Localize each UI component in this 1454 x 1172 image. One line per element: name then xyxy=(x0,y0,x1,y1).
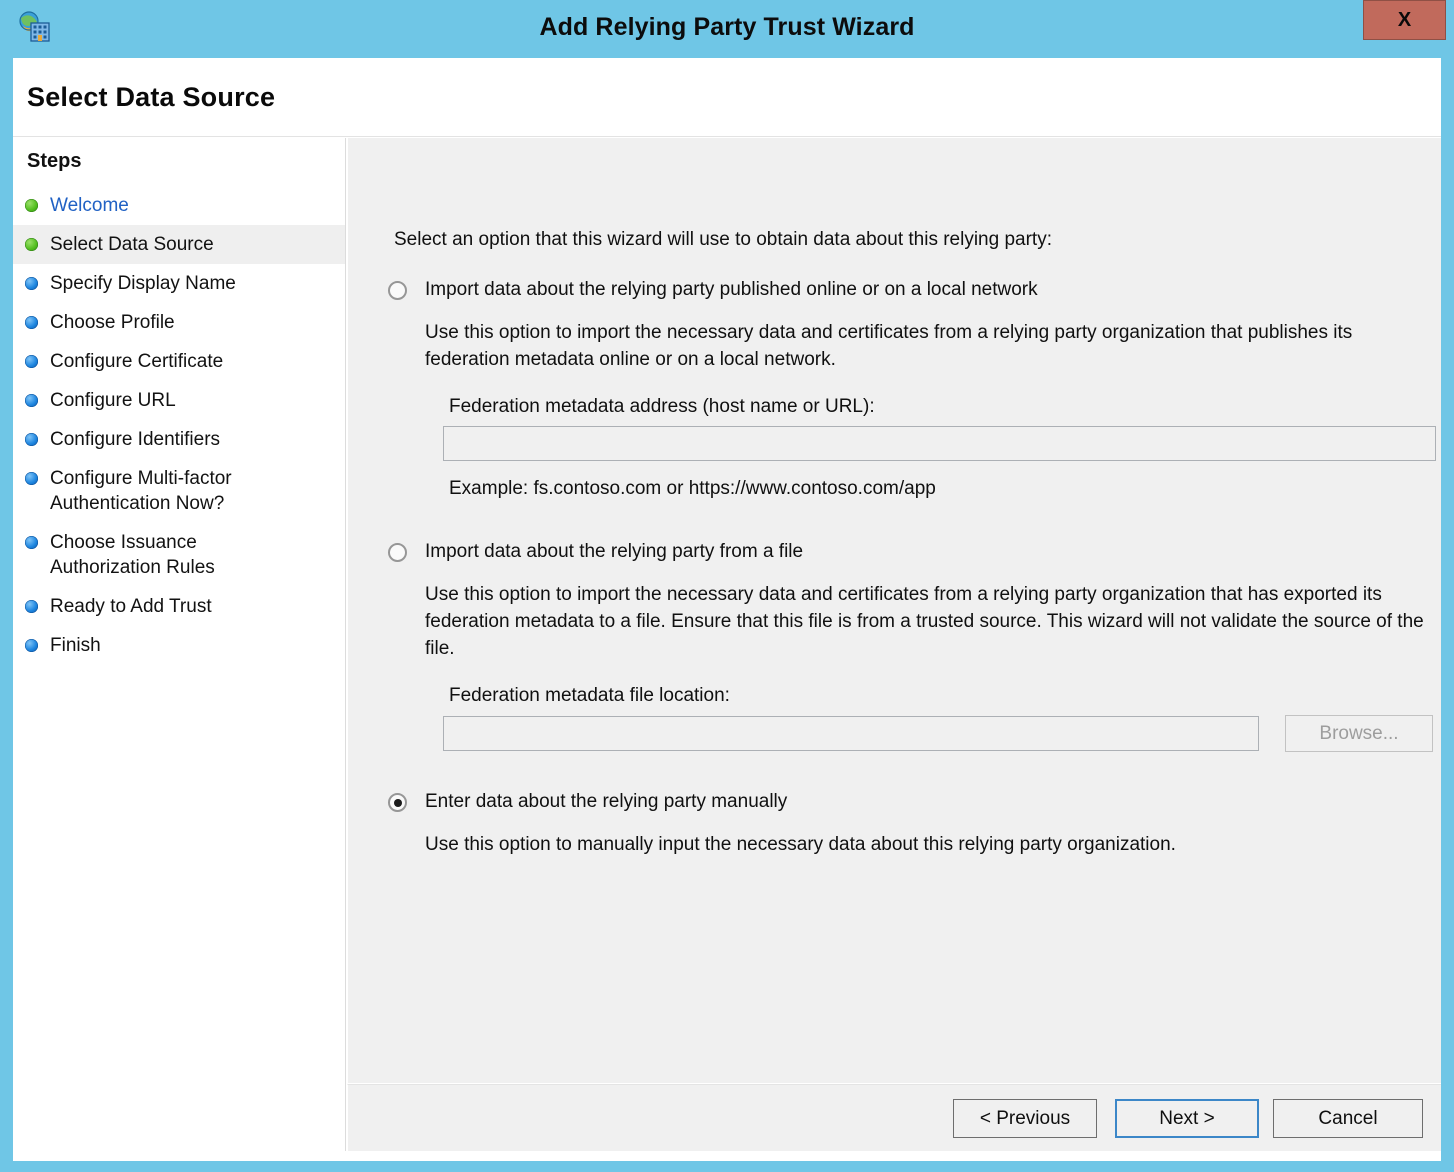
step-status-icon xyxy=(25,536,38,549)
metadata-file-input[interactable] xyxy=(443,716,1259,751)
sidebar-item-label: Welcome xyxy=(50,195,129,216)
step-status-icon xyxy=(25,277,38,290)
steps-heading: Steps xyxy=(27,150,82,172)
sidebar-item-label: Configure Multi-factor Authentication No… xyxy=(50,468,232,514)
sidebar-item-label: Specify Display Name xyxy=(50,273,236,294)
steps-sidebar: Steps Welcome Select Data Source Specify… xyxy=(13,138,346,1151)
sidebar-item-configure-identifiers[interactable]: Configure Identifiers xyxy=(13,420,345,459)
sidebar-item-configure-url[interactable]: Configure URL xyxy=(13,381,345,420)
option-import-online-description: Use this option to import the necessary … xyxy=(425,322,1353,370)
metadata-address-row xyxy=(443,426,1442,461)
metadata-address-example: Example: fs.contoso.com or https://www.c… xyxy=(449,478,936,499)
step-status-icon xyxy=(25,316,38,329)
option-import-online-row[interactable]: Import data about the relying party publ… xyxy=(348,279,1442,301)
sidebar-item-label: Select Data Source xyxy=(50,234,214,255)
previous-button[interactable]: < Previous xyxy=(953,1099,1097,1138)
sidebar-item-choose-issuance-authorization-rules[interactable]: Choose Issuance Authorization Rules xyxy=(13,523,345,587)
metadata-file-label: Federation metadata file location: xyxy=(449,685,730,706)
sidebar-item-label: Finish xyxy=(50,635,101,656)
sidebar-item-label: Configure Identifiers xyxy=(50,429,221,450)
window-title: Add Relying Party Trust Wizard xyxy=(539,13,915,41)
dialog-bottom-edge xyxy=(13,1151,1441,1161)
metadata-address-label: Federation metadata address (host name o… xyxy=(449,396,875,417)
sidebar-item-select-data-source[interactable]: Select Data Source xyxy=(13,225,345,264)
radio-import-online-label: Import data about the relying party publ… xyxy=(425,279,1038,300)
steps-list: Welcome Select Data Source Specify Displ… xyxy=(13,186,345,665)
sidebar-item-label: Choose Issuance Authorization Rules xyxy=(50,532,215,578)
sidebar-item-label: Choose Profile xyxy=(50,312,175,333)
sidebar-item-specify-display-name[interactable]: Specify Display Name xyxy=(13,264,345,303)
intro-text: Select an option that this wizard will u… xyxy=(394,229,1052,250)
sidebar-item-ready-to-add-trust[interactable]: Ready to Add Trust xyxy=(13,587,345,626)
browse-button[interactable]: Browse... xyxy=(1285,715,1433,752)
sidebar-item-finish[interactable]: Finish xyxy=(13,626,345,665)
page-title: Select Data Source xyxy=(27,82,276,112)
option-manual-entry-description: Use this option to manually input the ne… xyxy=(425,834,1176,855)
sidebar-item-label: Configure URL xyxy=(50,390,176,411)
content-pane: Select an option that this wizard will u… xyxy=(347,138,1441,1083)
step-status-icon xyxy=(25,394,38,407)
sidebar-item-label: Configure Certificate xyxy=(50,351,224,372)
radio-import-file[interactable] xyxy=(388,543,407,562)
sidebar-item-label: Ready to Add Trust xyxy=(50,596,212,617)
dialog-body: Select Data Source Steps Welcome Select … xyxy=(13,58,1441,1151)
footer-button-bar: < Previous Next > Cancel xyxy=(347,1084,1441,1151)
radio-manual-entry-label: Enter data about the relying party manua… xyxy=(425,791,788,812)
page-header: Select Data Source xyxy=(13,58,1441,137)
radio-import-file-label: Import data about the relying party from… xyxy=(425,541,804,562)
radio-manual-entry[interactable] xyxy=(388,793,407,812)
option-import-online: Import data about the relying party publ… xyxy=(348,279,1442,500)
option-import-file-row[interactable]: Import data about the relying party from… xyxy=(348,541,1442,563)
step-status-icon xyxy=(25,472,38,485)
step-status-icon xyxy=(25,199,38,212)
step-status-icon xyxy=(25,238,38,251)
step-status-icon xyxy=(25,433,38,446)
option-manual-entry: Enter data about the relying party manua… xyxy=(348,791,1442,858)
step-status-icon xyxy=(25,355,38,368)
sidebar-item-choose-profile[interactable]: Choose Profile xyxy=(13,303,345,342)
next-button[interactable]: Next > xyxy=(1115,1099,1259,1138)
radio-import-online[interactable] xyxy=(388,281,407,300)
close-button[interactable]: X xyxy=(1363,0,1446,40)
option-manual-entry-row[interactable]: Enter data about the relying party manua… xyxy=(348,791,1442,813)
close-icon: X xyxy=(1397,9,1412,31)
wizard-window: Add Relying Party Trust Wizard X Select … xyxy=(0,0,1454,1172)
sidebar-item-configure-multi-factor-authentication[interactable]: Configure Multi-factor Authentication No… xyxy=(13,459,345,523)
sidebar-item-welcome[interactable]: Welcome xyxy=(13,186,345,225)
metadata-address-input[interactable] xyxy=(443,426,1436,461)
title-bar: Add Relying Party Trust Wizard X xyxy=(0,0,1454,58)
sidebar-item-configure-certificate[interactable]: Configure Certificate xyxy=(13,342,345,381)
option-import-file: Import data about the relying party from… xyxy=(348,541,1442,752)
step-status-icon xyxy=(25,600,38,613)
option-import-file-description: Use this option to import the necessary … xyxy=(425,584,1424,659)
metadata-file-row: Browse... xyxy=(443,715,1442,752)
step-status-icon xyxy=(25,639,38,652)
cancel-button[interactable]: Cancel xyxy=(1273,1099,1423,1138)
